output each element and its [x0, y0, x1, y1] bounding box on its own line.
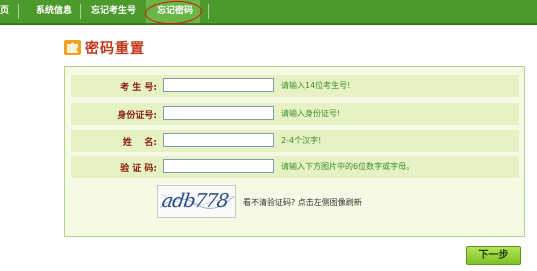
form-row-id-number: 身份证号: 请输入身份证号!: [71, 103, 519, 125]
form-row-captcha: 验 证 码: 请输入下方图片中的6位数字或字母。: [71, 156, 519, 178]
puzzle-icon: [64, 40, 81, 55]
form-row-exam-number: 考 生 号: 请输入14位考生号!: [71, 75, 519, 97]
captcha-refresh-link[interactable]: 看不清验证码? 点击左侧图像刷新: [243, 197, 362, 208]
id-number-input[interactable]: [163, 106, 274, 120]
captcha-input[interactable]: [163, 159, 274, 173]
name-hint: 2-4个汉字!: [281, 136, 322, 145]
exam-number-hint: 请输入14位考生号!: [281, 81, 351, 90]
name-input[interactable]: [163, 133, 274, 147]
captcha-label: 验 证 码:: [120, 164, 157, 174]
nav-item-system-info[interactable]: 系统信息: [36, 0, 72, 23]
exam-number-label: 考 生 号:: [120, 83, 157, 93]
captcha-hint: 请输入下方图片中的6位数字或字母。: [281, 162, 415, 171]
nav-divider: [18, 4, 19, 19]
id-number-label: 身份证号:: [117, 111, 157, 121]
top-nav: 页 系统信息 忘记考生号 忘记密码: [0, 0, 537, 26]
captcha-text: adb778: [160, 190, 230, 212]
exam-number-input[interactable]: [163, 78, 274, 92]
captcha-image[interactable]: adb778: [157, 185, 236, 218]
form-panel: 考 生 号: 请输入14位考生号! 身份证号: 请输入身份证号! 姓 名: 2-…: [64, 66, 525, 237]
nav-divider: [80, 4, 81, 19]
id-number-hint: 请输入身份证号!: [281, 109, 341, 118]
nav-item-forgot-exam-number[interactable]: 忘记考生号: [91, 0, 136, 23]
nav-divider: [208, 4, 209, 19]
nav-item-home[interactable]: 页: [0, 0, 9, 23]
form-row-name: 姓 名: 2-4个汉字!: [71, 130, 519, 152]
page-title: 密码重置: [85, 41, 145, 57]
name-label: 姓 名:: [122, 138, 157, 148]
next-step-button[interactable]: 下一步: [466, 246, 521, 265]
